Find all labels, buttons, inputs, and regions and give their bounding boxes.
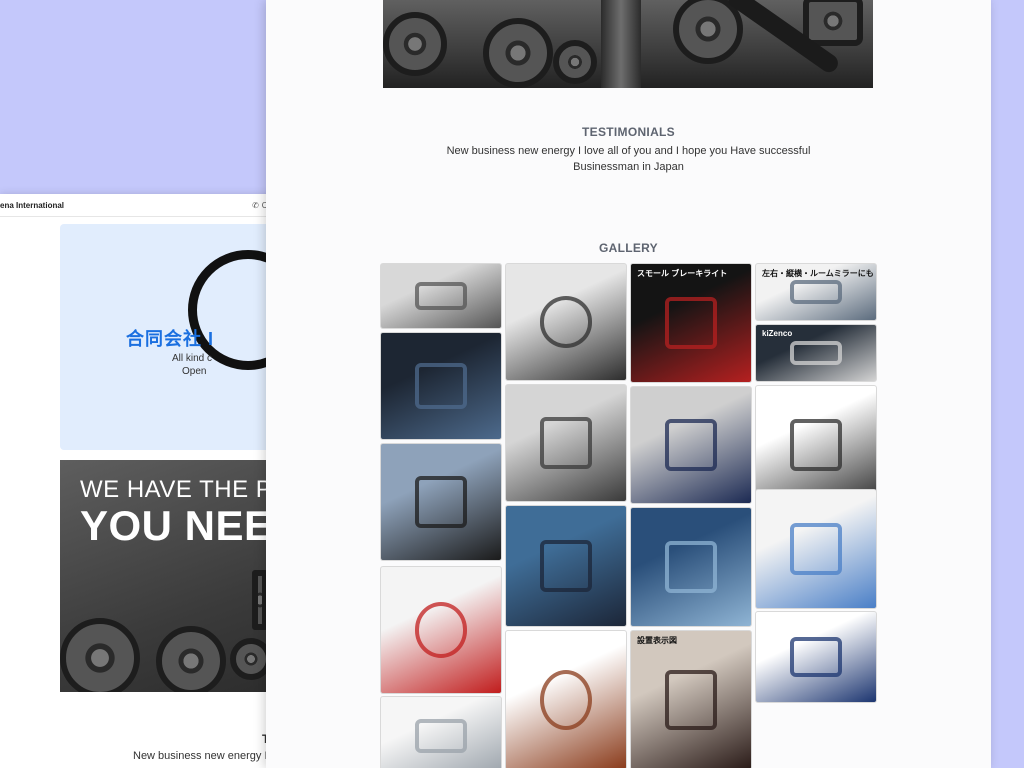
company-tagline-line2: Open — [182, 366, 207, 377]
company-tagline: All kind c Open — [172, 352, 212, 378]
gallery-image-caption: 設置表示図 — [637, 636, 677, 645]
gallery-image-shape — [414, 281, 468, 311]
brake-disc-image — [60, 618, 140, 692]
gallery-image-shape — [539, 417, 593, 469]
gallery-image-shape — [539, 539, 593, 593]
gallery-image-shape — [539, 669, 593, 731]
brand-name[interactable]: ena International — [0, 201, 64, 210]
gallery-image-shape — [414, 476, 468, 528]
gallery-image-shape — [414, 602, 468, 658]
gallery-image-red-triangle-light[interactable] — [380, 566, 502, 694]
gallery-image-interior-trim-parts[interactable] — [505, 384, 627, 502]
gallery-image-shape — [664, 297, 718, 349]
gallery-image-window-sunshade[interactable] — [380, 332, 502, 440]
testimonial-text: New business new energy I love all of yo… — [446, 145, 811, 173]
gallery-image-shape — [664, 419, 718, 471]
gallery-image-blank-partial[interactable] — [755, 611, 877, 703]
gallery-image-cup-holder-fan[interactable] — [630, 507, 752, 627]
gallery-image-seat-covers[interactable] — [630, 386, 752, 504]
gallery-image-neck-pillow[interactable]: 設置表示図 — [630, 630, 752, 768]
pulley-image — [673, 0, 743, 64]
testimonial-text: New business new energy I lo — [133, 750, 280, 762]
gallery-image-caption: スモール ブレーキライト — [637, 269, 728, 278]
gallery-image-steering-wheel-wood[interactable] — [505, 630, 627, 768]
gallery-image-steering-wheel-carbon[interactable] — [505, 263, 627, 381]
gallery-image-brake-light-sign[interactable]: スモール ブレーキライト — [630, 263, 752, 383]
company-tagline-line1: All kind c — [172, 353, 213, 364]
gallery-image-caption: 左右・縦横・ルームミラーにも — [762, 269, 874, 278]
foreground-browser-window[interactable]: TESTIMONIALS New business new energy I l… — [266, 0, 991, 768]
gallery-image-phone-holder[interactable] — [755, 385, 877, 505]
brake-disc-image — [383, 12, 447, 76]
bearing-image — [553, 40, 597, 84]
gallery-image-caption: kiZenco — [762, 329, 793, 338]
gallery-image-car-door[interactable] — [380, 443, 502, 561]
parts-banner-image — [383, 0, 873, 88]
company-name: 合同会社 I — [126, 329, 215, 349]
spring-image — [803, 0, 863, 46]
gallery-image-shape — [789, 419, 843, 471]
gallery-image-room-mirror[interactable]: kiZenco — [755, 324, 877, 382]
gallery-image-seatbelt-guide[interactable] — [755, 489, 877, 609]
phone-icon: ✆ — [252, 200, 259, 210]
gallery-image-shape — [789, 340, 843, 366]
gallery-image-floor-mats[interactable] — [380, 263, 502, 329]
gallery-image-shape — [664, 541, 718, 593]
gallery-image-shape — [414, 362, 468, 410]
gear-image — [156, 626, 226, 692]
gallery-image-shape — [664, 669, 718, 731]
gallery-image-shape — [789, 523, 843, 575]
gallery-image-shape — [789, 637, 843, 677]
gear-image — [483, 18, 553, 88]
gallery-heading: GALLERY — [599, 241, 658, 255]
gallery-image-shape — [414, 718, 468, 754]
gallery-grid: スモール ブレーキライト 左右・縦横・ルームミラーにも kiZenco 設置表示図 — [380, 263, 878, 768]
gallery-image-air-humidifier[interactable] — [505, 505, 627, 627]
gallery-image-shape — [789, 279, 843, 305]
gallery-image-shape — [539, 296, 593, 348]
testimonials-heading: TESTIMONIALS — [582, 125, 675, 139]
gallery-image-mirror-top[interactable]: 左右・縦横・ルームミラーにも — [755, 263, 877, 321]
pipe-image — [601, 0, 641, 88]
gallery-image-muffler-tip[interactable] — [380, 696, 502, 768]
